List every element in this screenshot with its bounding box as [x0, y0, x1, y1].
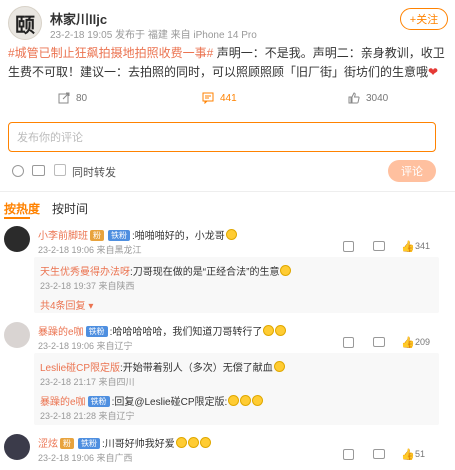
divider [0, 191, 455, 192]
reply-line: Leslie碰CP限定版:开始带着别人（多次）无偿了献血 [40, 359, 285, 374]
heart-emoji: ❤ [428, 65, 439, 79]
love-emoji-icon [175, 437, 187, 448]
laugh-emoji-icon [273, 361, 285, 372]
like-action[interactable]: 3040 [348, 92, 388, 104]
image-upload-icon[interactable] [32, 165, 45, 176]
topic-link[interactable]: #城管已制止狂飙拍摄地拍照收费一事# [8, 46, 213, 60]
reply-meta: 23-2-18 21:28 来自辽宁 [40, 411, 135, 421]
vip-badge-icon: 铁粉 [108, 230, 130, 241]
reply-block: Leslie碰CP限定版:开始带着别人（多次）无偿了献血 23-2-18 21:… [34, 353, 439, 425]
repost-checkbox[interactable] [54, 164, 66, 176]
follow-button[interactable]: +关注 [400, 8, 448, 30]
replier-name[interactable]: Leslie碰CP限定版 [40, 363, 120, 374]
repost-action[interactable]: 80 [58, 92, 87, 104]
like-count: 209 [415, 337, 431, 347]
repost-label: 同时转发 [72, 167, 116, 179]
tab-hot[interactable]: 按热度 [4, 200, 40, 217]
smile-emoji-icon [275, 325, 287, 336]
comment-line: 暴躁的e咖 铁粉:哈哈哈哈哈，我们知道刀哥转行了 [38, 323, 287, 338]
comment-meta: 23-2-18 19:06 来自广西 [38, 453, 133, 463]
repost-count: 80 [76, 92, 88, 104]
post-actions: 80 441 3040 [0, 92, 455, 110]
comment-text: :啪啪啪好的，小龙哥 [132, 231, 225, 242]
commenter-name[interactable]: 小李前脚班 [38, 231, 88, 242]
comment-meta: 23-2-18 19:06 来自黑龙江 [38, 245, 142, 255]
comment-text: :川哥好帅我好爱 [102, 439, 175, 450]
vip-badge-icon: 铁粉 [87, 396, 110, 407]
comment-ops: 👍 209 [343, 336, 443, 350]
submit-comment-button[interactable]: 评论 [388, 160, 436, 182]
reply-line: 天生优秀曼得办法呀:刀哥现在做的是“正经合法”的生意 [40, 263, 292, 278]
laugh-emoji-icon [252, 395, 264, 406]
avatar[interactable] [4, 434, 30, 460]
post-meta: 23-2-18 19:05 发布于 福建 来自 iPhone 14 Pro [50, 30, 257, 41]
fan-badge-icon: 粉 [90, 230, 104, 241]
vip-badge-icon: 铁粉 [85, 326, 108, 337]
compose-toolbar: 同时转发 评论 [8, 160, 448, 182]
love-emoji-icon [199, 437, 211, 448]
vip-badge-icon: 铁粉 [78, 438, 100, 449]
reply-text: :开始带着别人（多次）无偿了献血 [120, 363, 273, 374]
comment-text: :哈哈哈哈哈，我们知道刀哥转行了 [109, 327, 263, 338]
thumbs-up-icon[interactable]: 👍 [401, 448, 415, 461]
thumbs-up-icon[interactable]: 👍 [401, 336, 415, 349]
avatar[interactable] [4, 226, 30, 252]
like-count: 51 [415, 449, 426, 459]
reply-icon[interactable] [373, 337, 385, 347]
like-count: 3040 [366, 92, 389, 104]
replier-name[interactable]: 暴躁的e咖 [40, 397, 86, 408]
reply-text: :刀哥现在做的是“正经合法”的生意 [130, 267, 280, 278]
reply-block: 天生优秀曼得办法呀:刀哥现在做的是“正经合法”的生意 23-2-18 19:37… [34, 257, 439, 313]
share-icon[interactable] [343, 241, 354, 252]
reply-icon[interactable] [373, 449, 385, 459]
comment-action[interactable]: 441 [202, 92, 237, 105]
tab-time[interactable]: 按时间 [52, 200, 88, 217]
repost-icon [58, 92, 70, 104]
comment-count: 441 [220, 92, 237, 104]
more-replies-link[interactable]: 共4条回复 ▾ [40, 297, 93, 312]
comment-line: 小李前脚班粉铁粉:啪啪啪好的，小龙哥 [38, 227, 237, 242]
smile-emoji-icon [280, 265, 292, 276]
reply-meta: 23-2-18 21:17 来自四川 [40, 377, 135, 387]
comment-icon [202, 92, 214, 105]
reply-line: 暴躁的e咖 铁粉:回复@Leslie碰CP限定版: [40, 393, 264, 408]
like-count: 341 [415, 241, 431, 251]
post-header: 颐 林家川lljc 23-2-18 19:05 发布于 福建 来自 iPhone… [8, 6, 448, 41]
tab-indicator [4, 217, 30, 219]
love-emoji-icon [187, 437, 199, 448]
author-avatar[interactable]: 颐 [8, 6, 42, 40]
thumbs-up-icon[interactable]: 👍 [401, 240, 415, 253]
comment-input[interactable]: 发布你的评论 [8, 122, 436, 152]
comment-line: 涩炫粉铁粉:川哥好帅我好爱 [38, 435, 211, 450]
thumbs-up-icon [348, 92, 360, 104]
post-text: #城管已制止狂飙拍摄地拍照收费一事# 声明一：不是我。声明二：亲身教训，收卫生费… [8, 44, 448, 82]
comment-ops: 👍 51 [343, 448, 443, 462]
fan-badge-icon: 粉 [60, 438, 74, 449]
comment-ops: 👍 341 [343, 240, 443, 254]
share-icon[interactable] [343, 337, 354, 348]
smile-emoji-icon [263, 325, 275, 336]
reply-meta: 23-2-18 19:37 来自陕西 [40, 281, 135, 291]
avatar-char: 颐 [15, 12, 35, 37]
reply-icon[interactable] [373, 241, 385, 251]
avatar[interactable] [4, 322, 30, 348]
laugh-emoji-icon [240, 395, 252, 406]
commenter-name[interactable]: 暴躁的e咖 [38, 327, 84, 338]
share-icon[interactable] [343, 449, 354, 460]
emoji-picker-icon[interactable] [12, 165, 24, 177]
smile-emoji-icon [225, 229, 237, 240]
replier-name[interactable]: 天生优秀曼得办法呀 [40, 267, 130, 278]
commenter-name[interactable]: 涩炫 [38, 439, 58, 450]
more-replies-label: 共4条回复 [40, 301, 86, 312]
reply-text: :回复@Leslie碰CP限定版: [111, 397, 228, 408]
comment-meta: 23-2-18 19:06 来自辽宁 [38, 341, 133, 351]
laugh-emoji-icon [228, 395, 240, 406]
